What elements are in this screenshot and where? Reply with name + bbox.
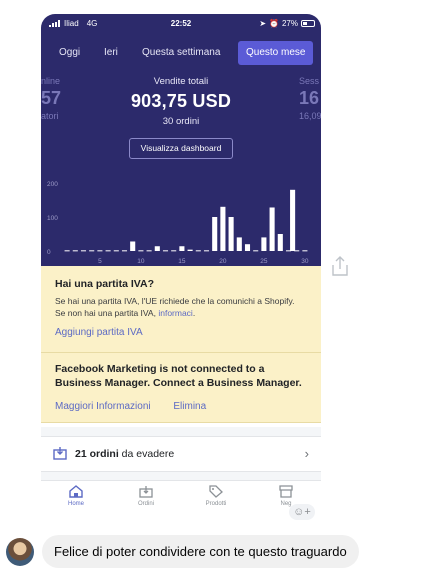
nav-orders[interactable]: Ordini [121, 485, 171, 507]
more-info-link[interactable]: Maggiori Informazioni [55, 401, 151, 412]
add-reaction-icon[interactable]: ☺+ [289, 504, 315, 520]
order-count: 30 ordini [162, 116, 200, 127]
x-tick-label: 5 [98, 258, 102, 265]
chart-bar [97, 250, 103, 252]
message-bubble[interactable]: Felice di poter condividere con te quest… [42, 535, 359, 568]
chart-bar [203, 250, 210, 252]
chart-bar [195, 250, 201, 252]
chart-bar [121, 250, 128, 252]
view-dashboard-button[interactable]: Visualizza dashboard [129, 138, 233, 159]
chart-bar [113, 250, 119, 252]
orders-suffix: da evadere [118, 448, 175, 460]
tag-icon [209, 485, 223, 498]
x-tick-label: 30 [301, 258, 309, 265]
y-tick-label: 0 [47, 249, 51, 256]
vat-banner: Hai una partita IVA? Se hai una partita … [41, 266, 321, 354]
chart-bar [277, 234, 283, 251]
avatar[interactable] [6, 538, 34, 566]
kpi-total-sales: Vendite totali 903,75 USD 30 ordini [41, 76, 321, 127]
nav-products[interactable]: Prodotti [191, 485, 241, 507]
y-tick-label: 200 [47, 181, 58, 188]
chart-bar [261, 237, 267, 251]
chart-bar [179, 246, 185, 251]
chart-bar [64, 250, 70, 252]
kpi-sessions-value: 16 [299, 88, 320, 108]
vat-banner-period: . [192, 307, 196, 318]
nav-home[interactable]: Home [51, 485, 101, 507]
sales-bar-chart: 200 100 0 5 10 15 20 25 30 [47, 181, 309, 265]
chart-bar [154, 246, 160, 251]
nav-home-label: Home [67, 501, 84, 507]
status-bar: Iliad 4G 22:52 ➤ ⏰ 27% [41, 14, 321, 34]
battery-icon [301, 20, 315, 27]
chevron-right-icon: › [304, 446, 309, 461]
messenger-conversation: Iliad 4G 22:52 ➤ ⏰ 27% Oggi Ieri Questa … [0, 0, 437, 573]
total-sales-label: Vendite totali [153, 76, 209, 87]
battery-level: 27% [281, 19, 298, 28]
nav-orders-label: Ordini [137, 501, 154, 507]
tab-questa-settimana[interactable]: Questa settimana [142, 41, 220, 65]
vat-banner-body: Se hai una partita IVA, l'UE richiede ch… [55, 295, 307, 320]
facebook-banner: Facebook Marketing is not connected to a… [41, 353, 321, 423]
chart-bar [253, 250, 259, 252]
kpi-sessions: Sess 16 16,09 [299, 76, 321, 121]
chart-bar [302, 250, 308, 252]
section-divider-bottom [41, 472, 321, 480]
download-box-icon [53, 447, 67, 460]
chart-bar [72, 250, 78, 252]
chart-bar [171, 250, 177, 252]
chart-bar [105, 250, 111, 252]
orders-to-fulfill-text: 21 ordini da evadere [75, 448, 174, 460]
chart-bar [162, 250, 169, 252]
x-tick-label: 20 [219, 258, 227, 265]
chart-bar [228, 217, 234, 251]
nav-products-label: Prodotti [205, 501, 227, 507]
orders-to-fulfill-row[interactable]: 21 ordini da evadere › [41, 436, 321, 472]
analytics-header: Iliad 4G 22:52 ➤ ⏰ 27% Oggi Ieri Questa … [41, 14, 321, 266]
chart-bar [212, 217, 218, 251]
bottom-navigation: Home Ordini Prodotti Neg [41, 480, 321, 514]
location-icon: ➤ [259, 19, 267, 28]
date-range-tabs: Oggi Ieri Questa settimana Questo mese [41, 41, 321, 65]
section-divider [41, 427, 321, 436]
alarm-icon: ⏰ [269, 19, 279, 28]
chart-bar [236, 237, 242, 251]
chart-bar [89, 250, 95, 252]
chart-bar [80, 250, 87, 252]
chart-bar [269, 207, 275, 251]
kpi-sessions-label: Sess [299, 76, 320, 86]
tab-oggi[interactable]: Oggi [59, 41, 80, 65]
share-icon[interactable] [330, 255, 350, 277]
chart-bar [130, 241, 136, 251]
shared-screenshot[interactable]: Iliad 4G 22:52 ➤ ⏰ 27% Oggi Ieri Questa … [41, 14, 321, 514]
orders-icon [139, 486, 153, 498]
vat-info-link[interactable]: informaci [158, 308, 192, 318]
y-tick-label: 100 [47, 215, 58, 222]
x-tick-label: 25 [260, 258, 268, 265]
orders-count: 21 ordini [75, 448, 119, 460]
store-icon [279, 485, 293, 498]
chart-bar [138, 250, 144, 252]
notification-cards: Hai una partita IVA? Se hai una partita … [41, 266, 321, 423]
tab-questo-mese[interactable]: Questo mese [238, 41, 314, 65]
total-sales-value: 903,75 USD [130, 91, 232, 111]
x-tick-label: 15 [178, 258, 186, 265]
chart-bar [220, 206, 226, 251]
chart-bar [244, 244, 251, 251]
add-vat-link[interactable]: Aggiungi partita IVA [55, 327, 143, 338]
vat-banner-title: Hai una partita IVA? [55, 278, 154, 290]
facebook-banner-title: Facebook Marketing is not connected to a… [55, 363, 302, 389]
x-tick-label: 10 [137, 258, 145, 265]
tab-ieri[interactable]: Ieri [104, 41, 118, 65]
kpi-sessions-sub: 16,09 [299, 111, 321, 121]
remove-link[interactable]: Elimina [173, 401, 206, 412]
chart-bar [290, 189, 296, 251]
chart-bar [146, 250, 152, 252]
home-icon [69, 485, 83, 498]
chart-bar [187, 249, 193, 251]
